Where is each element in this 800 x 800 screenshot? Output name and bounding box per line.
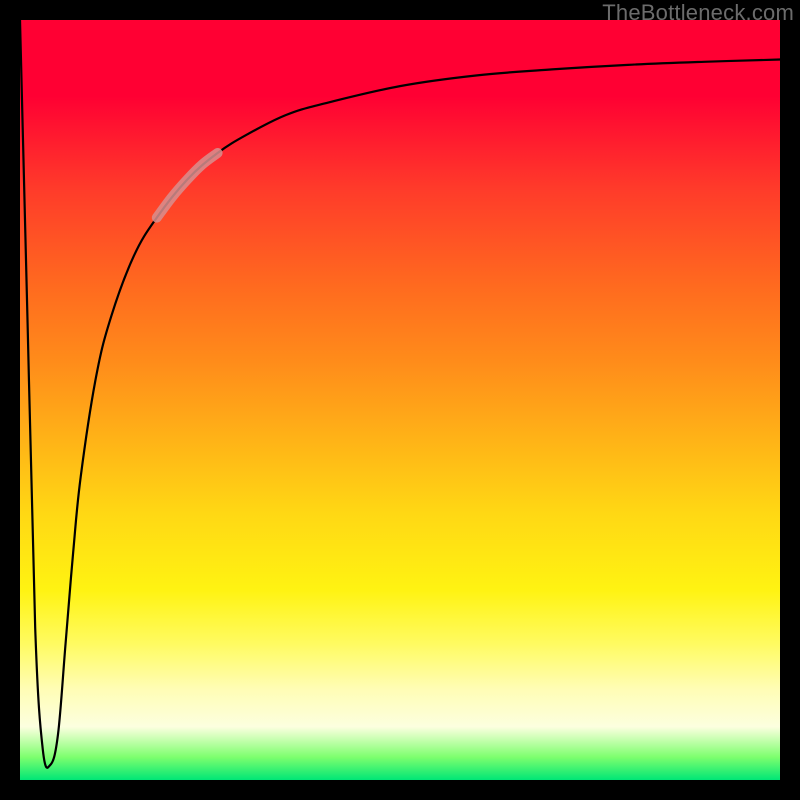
plot-area	[20, 20, 780, 780]
highlight-segment	[157, 153, 218, 218]
chart-svg	[20, 20, 780, 780]
bottleneck-curve	[20, 20, 780, 768]
chart-frame: TheBottleneck.com	[0, 0, 800, 800]
